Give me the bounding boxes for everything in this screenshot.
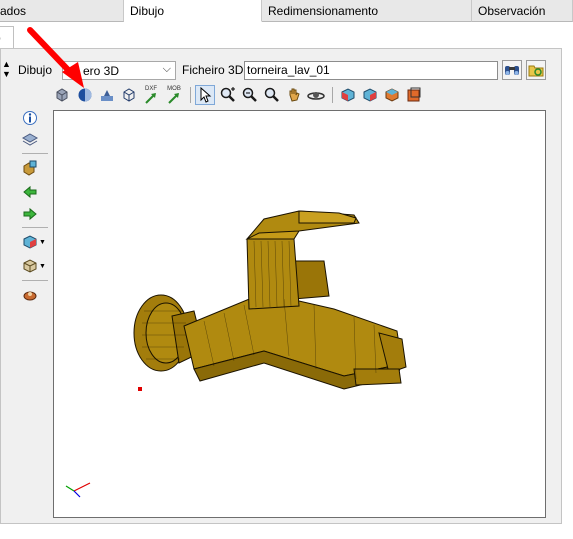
3d-viewport[interactable] — [53, 110, 546, 518]
dibujo-type-value: ero 3D — [83, 64, 120, 78]
info-icon[interactable] — [22, 108, 46, 128]
binoculars-icon — [505, 66, 519, 75]
cube-gray-icon[interactable] — [52, 85, 72, 105]
faucet-model — [65, 210, 407, 498]
pan-hand-icon[interactable] — [284, 85, 304, 105]
zoom-window-icon[interactable] — [262, 85, 282, 105]
tab-datos[interactable]: ados — [0, 0, 124, 22]
view-side-icon[interactable] — [360, 85, 380, 105]
sub-tab-strip: o — [0, 24, 573, 48]
main-toolbar: DXF MOB — [52, 85, 552, 105]
ficheiro-3d-field[interactable]: torneira_lav_01 — [244, 61, 498, 80]
scene-icon[interactable] — [97, 85, 117, 105]
box-icon[interactable]: ▼ — [22, 256, 46, 276]
toolbar-separator — [190, 87, 191, 103]
zoom-out-icon[interactable] — [240, 85, 260, 105]
left-toolbar-separator — [22, 280, 48, 281]
top-tab-strip: ados Dibujo Redimensionamento Observació… — [0, 0, 573, 24]
export-dxf-icon[interactable]: DXF — [141, 85, 161, 105]
render-icon[interactable] — [22, 285, 46, 305]
arrow-left-icon[interactable] — [22, 182, 46, 202]
copy-3d-icon[interactable] — [22, 158, 46, 178]
folder-refresh-icon — [528, 65, 544, 77]
tab-label: Observación — [478, 4, 546, 18]
select-pointer-icon[interactable] — [195, 85, 215, 105]
tab-observacion[interactable]: Observación — [472, 0, 573, 22]
tab-label: Redimensionamento — [268, 4, 379, 18]
binoculars-search-button[interactable] — [502, 60, 522, 80]
sub-tab-label: o — [0, 31, 1, 45]
view-iso-icon[interactable] — [404, 85, 424, 105]
left-toolbar-separator — [22, 153, 48, 154]
arrow-right-icon[interactable] — [22, 204, 46, 224]
dropdown-arrow-icon: ▼ — [39, 238, 46, 246]
sphere-shaded-icon[interactable] — [75, 85, 95, 105]
tab-label: Dibujo — [130, 4, 165, 18]
view-top-icon[interactable] — [382, 85, 402, 105]
open-folder-button[interactable] — [526, 60, 546, 80]
wireframe-cube-icon[interactable] — [119, 85, 139, 105]
tab-label: ados — [0, 4, 27, 18]
dibujo-type-select[interactable]: ero 3D ⌵ — [62, 61, 176, 80]
view-cube-icon[interactable]: ▼ — [22, 232, 46, 252]
sub-tab[interactable]: o — [0, 26, 14, 48]
dropdown-arrow-icon: ▼ — [39, 262, 46, 270]
layers-icon[interactable] — [22, 130, 46, 150]
view-front-icon[interactable] — [338, 85, 358, 105]
orbit-icon[interactable] — [306, 85, 326, 105]
dibujo-row: Dibujo ero 3D ⌵ Ficheiro 3D torneira_lav… — [0, 60, 562, 82]
tab-dibujo[interactable]: Dibujo — [124, 0, 262, 22]
toolbar-separator — [332, 87, 333, 103]
left-toolbar: ▼ ▼ — [20, 108, 50, 308]
zoom-in-icon[interactable] — [218, 85, 238, 105]
ficheiro-label: Ficheiro 3D — [182, 63, 244, 77]
tab-redimensionamento[interactable]: Redimensionamento — [262, 0, 472, 22]
dibujo-label: Dibujo — [18, 63, 53, 77]
chevron-down-icon: ⌵ — [162, 63, 171, 75]
export-mob-icon[interactable]: MOB — [164, 85, 184, 105]
left-toolbar-separator — [22, 227, 48, 228]
xyz-axes-icon — [65, 482, 91, 498]
